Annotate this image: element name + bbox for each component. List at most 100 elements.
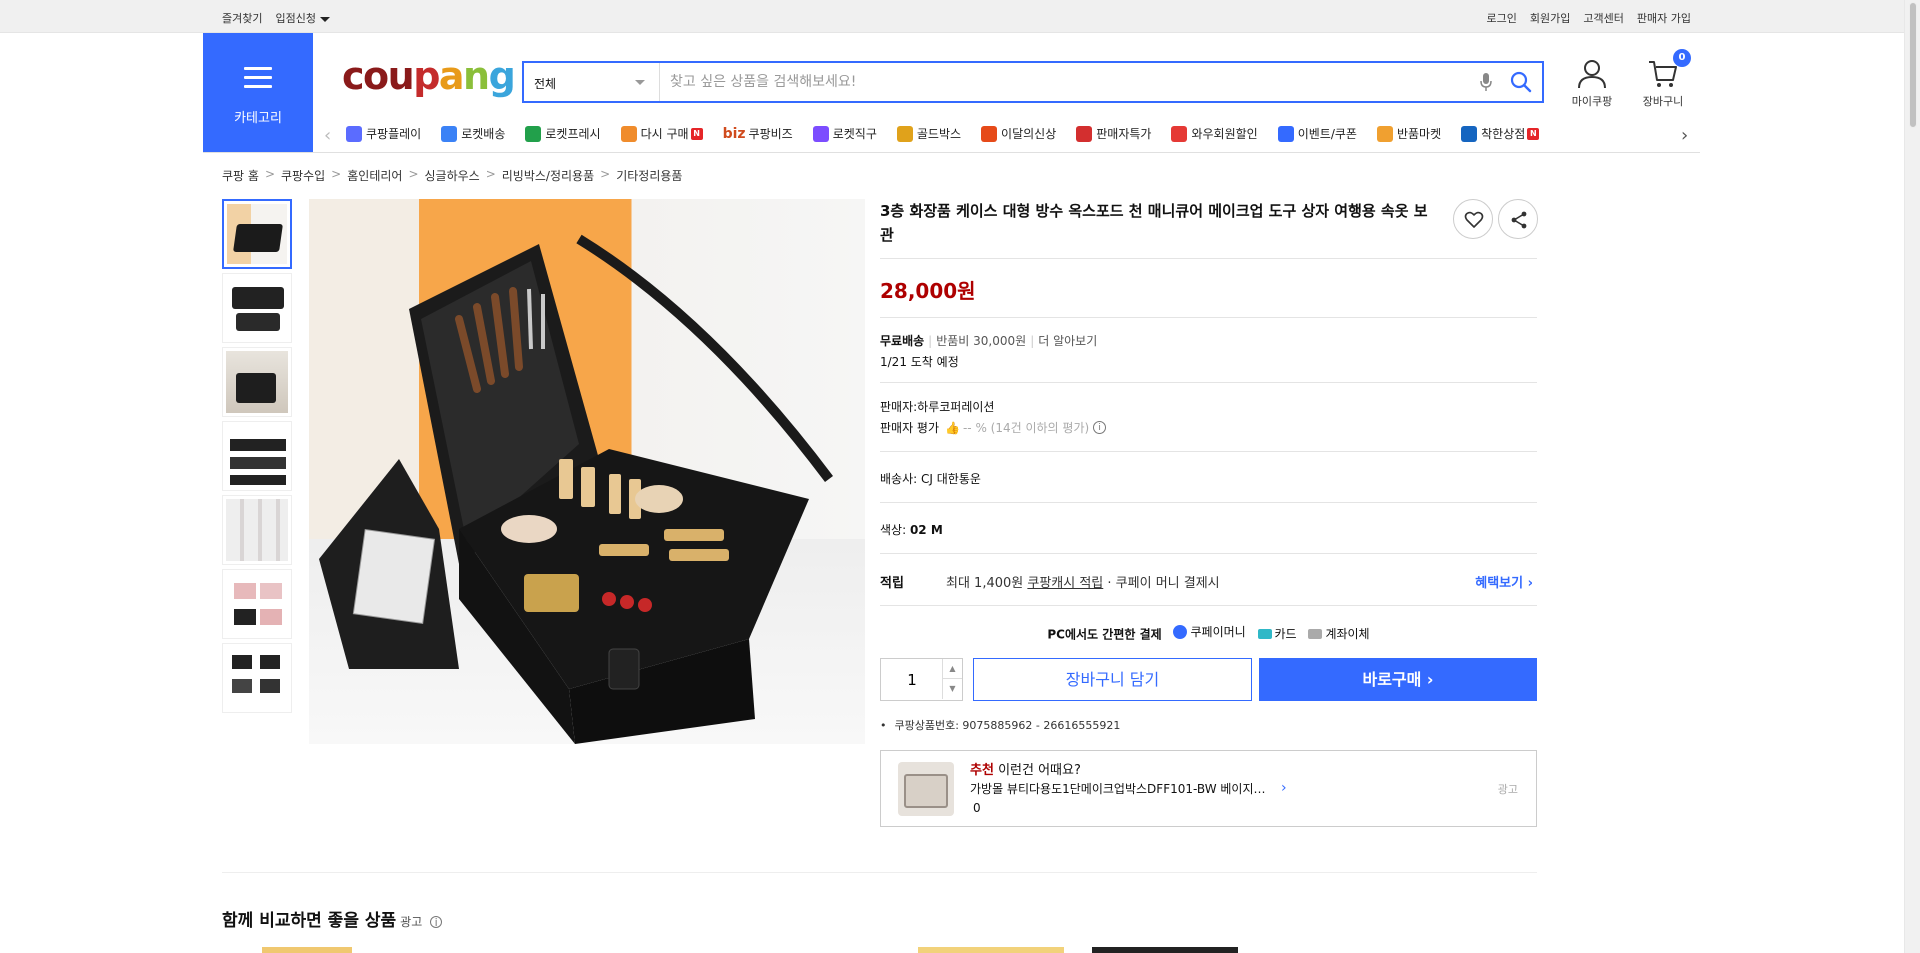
new-bag-icon [981,125,998,142]
cart-label: 장바구니 [1642,95,1684,108]
nav-item-label: 쿠팡비즈 [748,127,793,141]
quantity-down-icon[interactable]: ▼ [942,679,962,699]
share-icon [1511,211,1527,229]
nav-item-12[interactable]: 반품마켓 [1376,125,1441,142]
seller-name[interactable]: 판매자:하루코퍼레이션 [880,398,994,415]
add-to-cart-button[interactable]: 장바구니 담기 [973,658,1252,701]
breadcrumb-item[interactable]: 리빙박스/정리용품 [502,167,594,184]
search-scope-select[interactable]: 전체 [524,63,660,101]
compare-section-title: 함께 비교하면 좋을 상품 광고 i [222,906,443,931]
bookmark-link[interactable]: 즐겨찾기 [222,10,262,26]
wishlist-button[interactable] [1453,199,1493,239]
nav-item-3[interactable]: 로켓프레시 [525,125,601,142]
thumbnail-2[interactable] [222,273,292,343]
category-label: 카테고리 [234,111,282,126]
chevron-right-icon[interactable]: › [1281,780,1287,796]
user-icon [1578,60,1606,89]
payment-label: PC에서도 간편한 결제 [1047,627,1162,642]
nav-item-13[interactable]: 착한상점 N [1461,125,1540,142]
nav-item-11[interactable]: 이벤트/쿠폰 [1277,125,1357,142]
nav-item-5[interactable]: biz 쿠팡비즈 [723,125,793,142]
nav-item-8[interactable]: 이달의신상 [981,125,1056,142]
breadcrumb-item[interactable]: 쿠팡수입 [281,167,325,184]
nav-prev-icon[interactable]: ‹ [324,125,331,146]
recommend-product-name: 가방몰 뷰티다용도1단메이크업박스DFF101-BW 베이지컬러 [970,782,1270,796]
chevron-down-icon [635,80,645,85]
signup-link[interactable]: 회원가입 [1530,10,1570,26]
breadcrumb-item[interactable]: 홈인테리어 [347,167,402,184]
pay-option-card: 카드 [1257,625,1297,642]
thumbnail-3[interactable] [222,347,292,417]
breadcrumb-separator-icon: > [485,167,496,181]
global-icon [812,125,829,142]
nav-item-4[interactable]: 다시 구매 N [620,125,703,142]
main-product-image[interactable] [309,199,865,744]
benefits-link[interactable]: 혜택보기 › [1475,572,1533,591]
recommend-box[interactable]: 추천 이런건 어때요? 가방몰 뷰티다용도1단메이크업박스DFF101-BW 베… [880,750,1537,827]
share-button[interactable] [1498,199,1538,239]
rocket-icon [441,125,458,142]
mycoupang-button[interactable]: 마이쿠팡 [1566,58,1618,109]
divider [880,317,1537,318]
thumbnail-6[interactable] [222,569,292,639]
seller-rating-label: 판매자 평가 [880,421,940,435]
play-icon [346,125,362,142]
scrollbar-thumb[interactable] [1909,2,1917,128]
card-icon [1257,628,1272,639]
breadcrumb: 쿠팡 홈 > 쿠팡수입 > 홈인테리어 > 싱글하우스 > 리빙박스/정리용품 > 기타정리용품 [222,167,682,184]
carrier-label: 배송사: [880,472,918,486]
free-shipping-label: 무료배송 [880,334,925,348]
recommend-heading: 추천 이런건 어때요? [970,763,1081,778]
nav-item-1[interactable]: 쿠팡플레이 [346,125,421,142]
top-utility-bar: 즐겨찾기 입점신청 로그인 회원가입 고객센터 판매자 가입 [0,0,1904,33]
recommended-product-image [918,947,1064,953]
seller-rating: 판매자 평가 👍 -- % (14건 이하의 평가) i [880,419,1107,436]
section-divider [222,872,1537,873]
cart-button[interactable]: 장바구니 0 [1636,49,1691,109]
seller-signup-link[interactable]: 판매자 가입 [1637,10,1691,26]
nav-item-10[interactable]: 와우회원할인 [1171,125,1258,142]
product-title: 3층 화장품 케이스 대형 방수 옥스포드 천 매니큐어 메이크업 도구 상자 … [880,202,1428,244]
reward-row: 적립 최대 1,400원 쿠팡캐시 적립 · 쿠페이 머니 결제시 혜택보기 › [880,572,1537,591]
thumbnail-1[interactable] [222,199,292,269]
quantity-up-icon[interactable]: ▲ [942,659,962,679]
nav-next-icon[interactable]: › [1681,125,1688,146]
nav-item-label: 로켓직구 [832,127,877,141]
search-input[interactable] [670,71,1470,93]
carrier-name: CJ 대한통운 [921,472,981,486]
coupang-logo[interactable]: coupang [342,54,516,98]
customer-center-link[interactable]: 고객센터 [1583,10,1623,26]
login-link[interactable]: 로그인 [1487,10,1517,26]
seller-rating-value: -- % (14건 이하의 평가) [962,421,1090,435]
nav-item-2[interactable]: 로켓배송 [441,125,505,142]
nav-item-6[interactable]: 로켓직구 [812,125,877,142]
thumbnail-7[interactable] [222,643,292,713]
nav-item-9[interactable]: 판매자특가 [1076,125,1151,142]
page-scrollbar[interactable] [1904,0,1920,953]
thumbnail-4[interactable] [222,421,292,491]
return-market-icon [1376,125,1393,142]
new-badge: N [690,127,703,140]
info-icon[interactable]: i [1093,421,1107,434]
category-nav: ‹ 쿠팡플레이 로켓배송 로켓프레시 다시 구매 N biz 쿠팡비즈 로켓직구 골드박스 이달의… [318,121,1700,151]
breadcrumb-item[interactable]: 쿠팡 홈 [222,167,259,184]
microphone-icon[interactable] [1480,72,1492,96]
info-icon[interactable]: i [430,916,443,928]
color-option[interactable]: 색상: 02 M [880,521,943,538]
quantity-input[interactable] [881,659,943,700]
search-icon[interactable] [1510,71,1532,97]
seller-apply-menu[interactable]: 입점신청 [275,10,330,26]
breadcrumb-item[interactable]: 싱글하우스 [425,167,480,184]
reward-text: 최대 1,400원 쿠팡캐시 적립 · 쿠페이 머니 결제시 [946,576,1220,591]
nav-item-7[interactable]: 골드박스 [896,125,961,142]
payment-options: PC에서도 간편한 결제 쿠페이머니 카드 계좌이체 [880,623,1537,643]
thumbnail-5[interactable] [222,495,292,565]
breadcrumb-separator-icon: > [331,167,342,181]
shipping-more-link[interactable]: 더 알아보기 [1038,334,1097,348]
category-button[interactable]: 카테고리 [203,33,313,152]
recommend-image [898,762,954,816]
divider [880,553,1537,554]
breadcrumb-item[interactable]: 기타정리용품 [616,167,682,184]
buy-now-button[interactable]: 바로구매 › [1259,658,1537,701]
coupang-cash-link[interactable]: 쿠팡캐시 적립 [1027,576,1103,591]
